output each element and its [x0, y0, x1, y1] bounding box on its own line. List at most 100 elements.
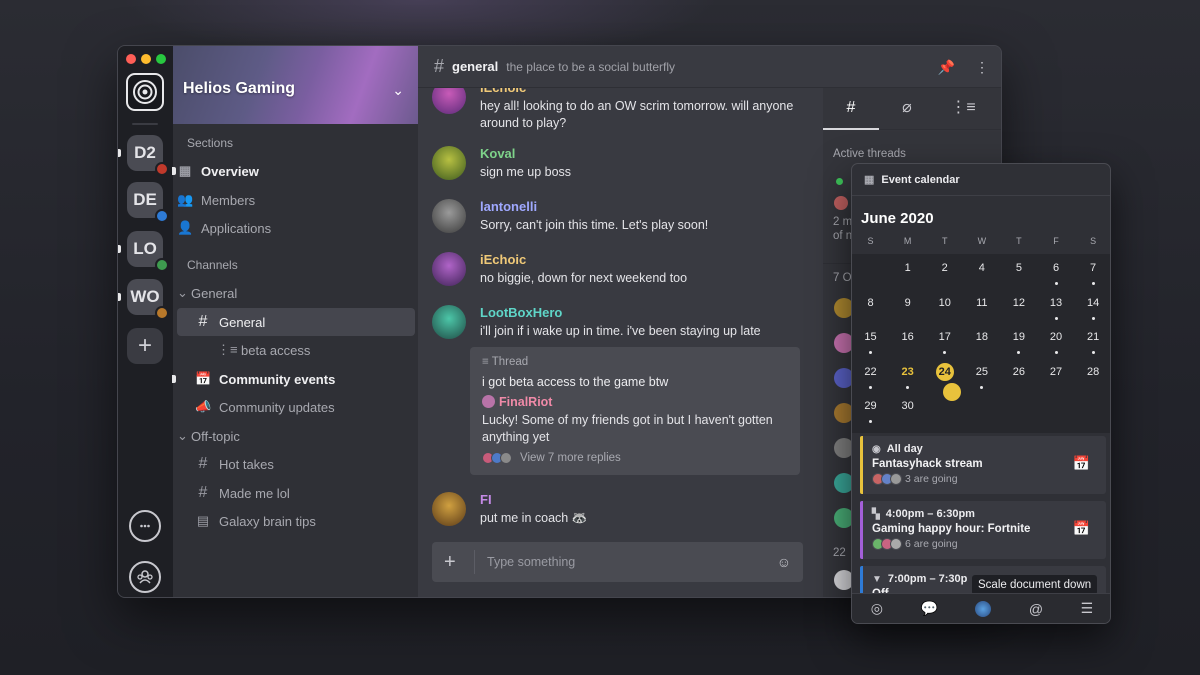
community-button[interactable]: [129, 561, 161, 593]
calendar-day[interactable]: 11: [963, 289, 1000, 324]
channel-label: Hot takes: [219, 456, 274, 472]
tab-threads[interactable]: #: [823, 88, 879, 130]
calendar-day[interactable]: 5: [1000, 254, 1037, 289]
calendar-days: 1 2 4 5 6 7 8 9 10 11 12 13 14 15 16 17 18 19 20 21 22 23 24 25…: [852, 254, 1110, 433]
pin-icon[interactable]: 📌: [938, 59, 955, 76]
day-number: 4: [978, 262, 985, 274]
avatar[interactable]: [432, 146, 466, 180]
avatar[interactable]: [432, 492, 466, 526]
server-lo[interactable]: LO: [127, 231, 169, 272]
channel-general[interactable]: # General: [177, 308, 415, 336]
calendar-day[interactable]: 15: [852, 323, 889, 358]
calendar-day[interactable]: 22: [852, 358, 889, 393]
menu-icon[interactable]: ☰: [1081, 600, 1094, 617]
server-wo[interactable]: WO: [127, 279, 169, 320]
thread-beta-access[interactable]: ⋮≡ beta access: [177, 336, 415, 364]
add-to-calendar-icon[interactable]: 📅: [1073, 520, 1090, 537]
calendar-grid: S M T W T F S 1 2 4 5 6 7 8 9 10 11 12 13 14 15 16 17 18…: [852, 232, 1110, 433]
sidebar-item-overview[interactable]: ▦ Overview: [172, 157, 415, 185]
calendar-day[interactable]: 27: [1037, 358, 1074, 393]
view-more-replies[interactable]: View 7 more replies: [482, 452, 788, 464]
message-author[interactable]: Koval: [480, 146, 571, 161]
category-general[interactable]: ⌄ General: [177, 279, 415, 307]
day-number: 14: [1086, 296, 1100, 309]
calendar-day[interactable]: 14: [1075, 289, 1110, 324]
add-server-button[interactable]: +: [127, 328, 163, 364]
calendar-day[interactable]: 19: [1000, 323, 1037, 358]
board-icon: ▤: [196, 513, 210, 528]
avatar[interactable]: [432, 199, 466, 233]
server-d2[interactable]: D2: [127, 135, 169, 176]
calendar-day[interactable]: 25: [963, 358, 1000, 393]
calendar-day[interactable]: 28: [1075, 358, 1110, 393]
message-input[interactable]: Type something: [487, 555, 777, 569]
sidebar-item-members[interactable]: 👥 Members: [177, 186, 415, 214]
chat-bubble-icon[interactable]: 💬: [920, 600, 937, 617]
message-text: hey all! looking to do an OW scrim tomor…: [480, 99, 794, 130]
reply-author[interactable]: FinalRiot: [499, 395, 552, 409]
event-card[interactable]: ◉ All day Fantasyhack stream 3 are going …: [860, 436, 1106, 494]
calendar-day[interactable]: 20: [1037, 323, 1074, 358]
server-abbr: D2: [134, 143, 156, 162]
active-threads-heading: Active threads: [833, 148, 906, 160]
calendar-day[interactable]: 13: [1037, 289, 1074, 324]
avatar[interactable]: [975, 600, 992, 617]
category-off-topic[interactable]: ⌄ Off-topic: [177, 422, 415, 450]
tab-attachments[interactable]: ⌀: [879, 88, 935, 130]
message-author[interactable]: iEchoic: [480, 252, 687, 267]
close-window-button[interactable]: [126, 54, 136, 64]
swirl-logo-icon[interactable]: ◎: [871, 600, 883, 617]
message-author[interactable]: lantonelli: [480, 199, 708, 214]
calendar-day[interactable]: 29: [852, 392, 889, 427]
attach-plus-icon[interactable]: +: [444, 551, 462, 574]
minimize-window-button[interactable]: [141, 54, 151, 64]
channel-hot-takes[interactable]: # Hot takes: [177, 450, 415, 478]
server-banner[interactable]: Helios Gaming ⌄: [173, 46, 418, 124]
calendar-day[interactable]: 16: [889, 323, 926, 358]
mention-icon[interactable]: @: [1029, 601, 1043, 617]
zoom-window-button[interactable]: [156, 54, 166, 64]
channel-galaxy-brain-tips[interactable]: ▤ Galaxy brain tips: [177, 507, 415, 535]
message-author[interactable]: LootBoxHero: [480, 305, 761, 320]
tab-thread-list[interactable]: ⋮≡: [935, 88, 991, 130]
day-number: 10: [938, 296, 951, 309]
more-options-icon[interactable]: ⋮: [975, 59, 989, 76]
calendar-day[interactable]: 17: [926, 323, 963, 358]
event-dot: [869, 420, 873, 424]
calendar-day[interactable]: 30: [889, 392, 926, 427]
day-number: 27: [1049, 365, 1063, 378]
calendar-day[interactable]: 26: [1000, 358, 1037, 393]
channel-community-updates[interactable]: 📣 Community updates: [177, 393, 415, 421]
message-author[interactable]: FI: [480, 492, 587, 507]
event-card[interactable]: ▚ 4:00pm – 6:30pm Gaming happy hour: Fort…: [860, 501, 1106, 559]
thread-preview[interactable]: ≡ Thread i got beta access to the game b…: [470, 347, 800, 475]
calendar-day[interactable]: 2: [926, 254, 963, 289]
calendar-day[interactable]: 21: [1075, 323, 1110, 358]
calendar-icon: ▦: [864, 174, 875, 186]
calendar-day[interactable]: 6: [1037, 254, 1074, 289]
add-to-calendar-icon[interactable]: 📅: [1073, 455, 1090, 472]
calendar-day[interactable]: 10: [926, 289, 963, 324]
server-de[interactable]: DE: [127, 182, 169, 223]
calendar-day[interactable]: 4: [963, 254, 1000, 289]
calendar-day[interactable]: 1: [889, 254, 926, 289]
calendar-day[interactable]: 24: [926, 358, 963, 401]
message-body: Koval sign me up boss: [480, 146, 571, 181]
calendar-day[interactable]: 8: [852, 289, 889, 324]
avatar[interactable]: [482, 395, 495, 408]
sidebar-item-applications[interactable]: 👤 Applications: [177, 214, 415, 242]
calendar-day[interactable]: 23: [889, 358, 926, 393]
calendar-day[interactable]: 9: [889, 289, 926, 324]
calendar-day[interactable]: 7: [1075, 254, 1110, 289]
channel-community-events[interactable]: 📅 Community events: [172, 365, 415, 393]
event-dot: [1017, 351, 1021, 355]
avatar[interactable]: [432, 305, 466, 339]
emoji-icon[interactable]: ☺: [777, 554, 791, 570]
calendar-day[interactable]: 18: [963, 323, 1000, 358]
home-logo[interactable]: [126, 73, 164, 111]
calendar-day[interactable]: 12: [1000, 289, 1037, 324]
chevron-down-icon[interactable]: ⌄: [392, 82, 404, 99]
channel-made-me-lol[interactable]: # Made me lol: [177, 479, 415, 507]
direct-messages-button[interactable]: [129, 510, 161, 542]
avatar[interactable]: [432, 252, 466, 286]
